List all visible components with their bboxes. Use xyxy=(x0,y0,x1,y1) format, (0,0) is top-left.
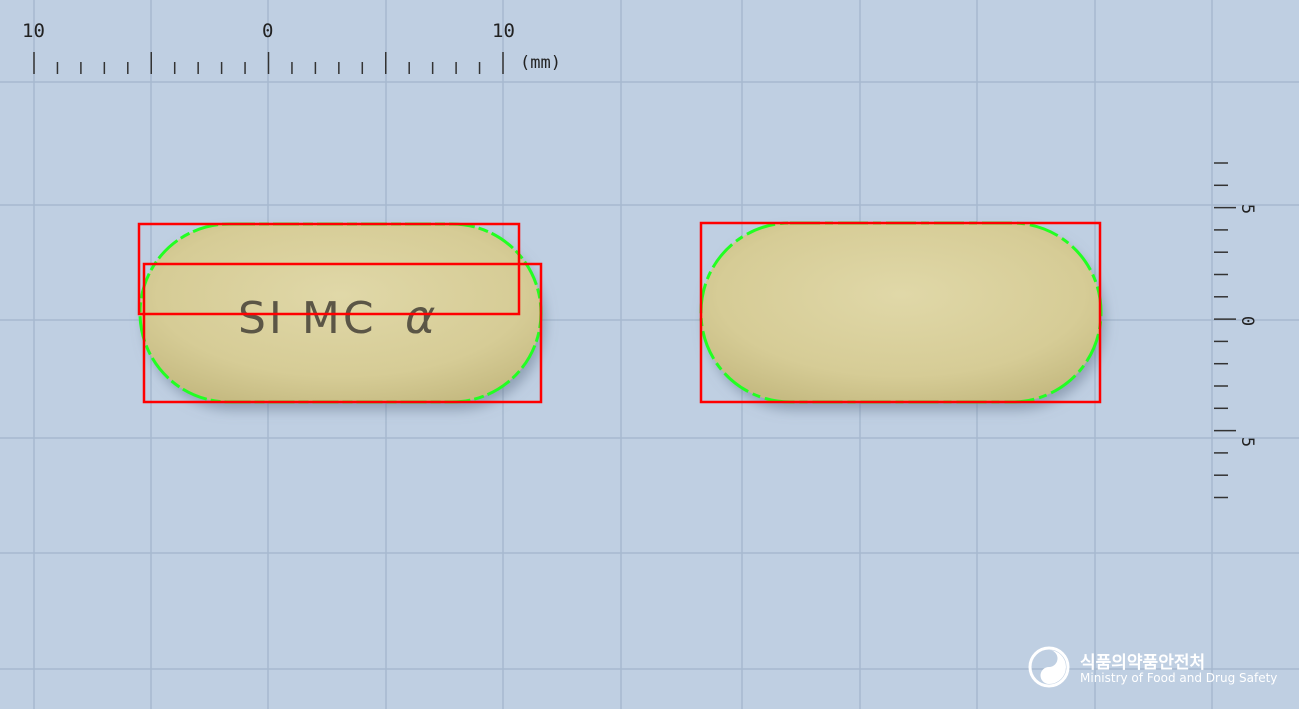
mfds-logo-icon xyxy=(1028,646,1070,688)
pill-front: SI MC α xyxy=(137,222,543,404)
pill-layer: SI MC α xyxy=(137,221,1103,404)
pill-back xyxy=(699,221,1103,404)
pill-back-body xyxy=(701,223,1101,402)
logo-korean-text: 식품의약품안전처 xyxy=(1080,653,1206,673)
pill-front-imprint: SI MC xyxy=(238,293,377,344)
logo-english-text: Ministry of Food and Drug Safety xyxy=(1080,671,1278,685)
pill-image-stage: 10 0 10 (mm) 5 0 5 SI MC α 식품의약품안전처 Mini… xyxy=(0,0,1299,709)
pill-front-imprint-symbol: α xyxy=(405,290,435,344)
